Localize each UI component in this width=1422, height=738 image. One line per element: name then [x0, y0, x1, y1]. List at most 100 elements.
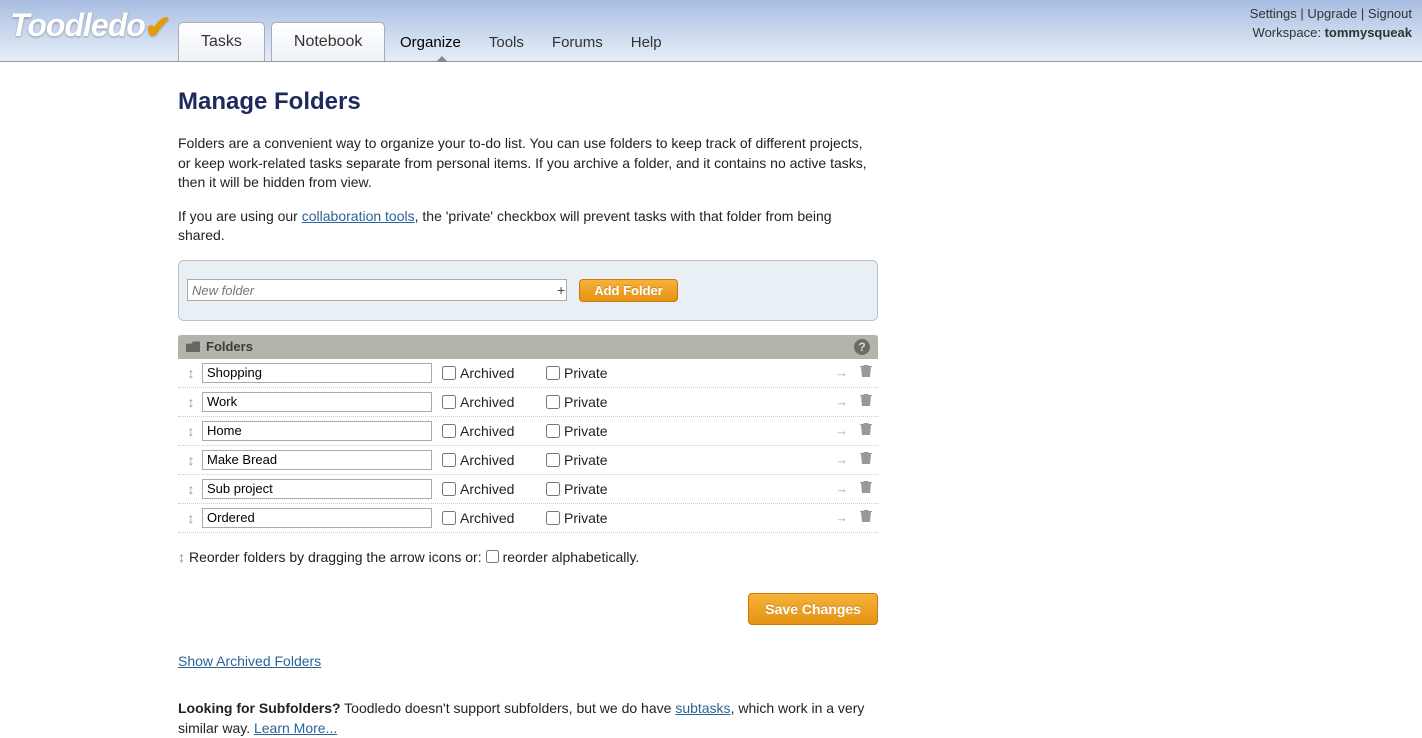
workspace-name: tommysqueak	[1325, 25, 1412, 40]
archived-group: Archived	[442, 481, 546, 497]
reorder-text-1: Reorder folders by dragging the arrow ic…	[189, 549, 482, 565]
logo[interactable]: Toodledo✔	[10, 6, 171, 44]
show-archived-link[interactable]: Show Archived Folders	[178, 653, 321, 669]
private-group: Private	[546, 423, 650, 439]
folder-name-input[interactable]	[202, 479, 432, 499]
private-group: Private	[546, 394, 650, 410]
move-right-icon[interactable]: →	[835, 452, 848, 467]
folder-row: ↕ Archived Private →	[178, 475, 878, 504]
private-checkbox[interactable]	[546, 424, 560, 438]
folder-name-input[interactable]	[202, 392, 432, 412]
archived-label: Archived	[460, 481, 514, 497]
intro-paragraph-1: Folders are a convenient way to organize…	[178, 134, 878, 193]
private-group: Private	[546, 365, 650, 381]
private-group: Private	[546, 452, 650, 468]
upgrade-link[interactable]: Upgrade	[1307, 6, 1357, 21]
archived-label: Archived	[460, 452, 514, 468]
move-right-icon[interactable]: →	[835, 510, 848, 525]
folder-name-input[interactable]	[202, 450, 432, 470]
learn-more-link[interactable]: Learn More...	[254, 720, 337, 736]
archived-checkbox[interactable]	[442, 424, 456, 438]
private-checkbox[interactable]	[546, 511, 560, 525]
nav-forums[interactable]: Forums	[552, 34, 603, 51]
subtasks-link[interactable]: subtasks	[675, 700, 730, 716]
workspace-label: Workspace:	[1253, 25, 1321, 40]
private-group: Private	[546, 481, 650, 497]
reorder-note: ↕ Reorder folders by dragging the arrow …	[178, 549, 878, 565]
trash-icon[interactable]	[860, 451, 872, 468]
drag-handle-icon[interactable]: ↕	[184, 481, 198, 497]
move-right-icon[interactable]: →	[835, 481, 848, 496]
nav-help[interactable]: Help	[631, 34, 662, 51]
trash-icon[interactable]	[860, 509, 872, 526]
private-checkbox[interactable]	[546, 482, 560, 496]
top-bar: Toodledo✔ Settings | Upgrade | Signout W…	[0, 0, 1422, 62]
archived-checkbox[interactable]	[442, 511, 456, 525]
collaboration-tools-link[interactable]: collaboration tools	[302, 208, 415, 224]
help-icon[interactable]: ?	[854, 339, 870, 355]
folder-name-input[interactable]	[202, 508, 432, 528]
folder-icon	[186, 341, 200, 352]
archived-group: Archived	[442, 365, 546, 381]
archived-checkbox[interactable]	[442, 395, 456, 409]
save-bar: Save Changes	[178, 593, 878, 625]
active-nav-pointer-icon	[436, 56, 448, 62]
page-title: Manage Folders	[178, 88, 878, 116]
save-changes-button[interactable]: Save Changes	[748, 593, 878, 625]
add-folder-box: + Add Folder	[178, 260, 878, 321]
tab-notebook[interactable]: Notebook	[271, 22, 386, 61]
folder-name-input[interactable]	[202, 363, 432, 383]
tab-tasks[interactable]: Tasks	[178, 22, 265, 61]
folder-row: ↕ Archived Private →	[178, 446, 878, 475]
folder-list: ↕ArchivedPrivate→↕ArchivedPrivate→↕Archi…	[178, 359, 878, 533]
trash-icon[interactable]	[860, 480, 872, 497]
folder-row: ↕ Archived Private →	[178, 359, 878, 388]
add-folder-button[interactable]: Add Folder	[579, 279, 678, 302]
private-group: Private	[546, 510, 650, 526]
drag-handle-icon[interactable]: ↕	[184, 452, 198, 468]
settings-link[interactable]: Settings	[1250, 6, 1297, 21]
reorder-alpha-checkbox[interactable]	[486, 550, 499, 563]
drag-handle-icon[interactable]: ↕	[184, 510, 198, 526]
row-actions: →	[835, 393, 872, 410]
subfolders-note: Looking for Subfolders? Toodledo doesn't…	[178, 699, 878, 738]
row-actions: →	[835, 364, 872, 381]
private-label: Private	[564, 510, 608, 526]
nav-organize[interactable]: Organize	[400, 34, 461, 51]
drag-handle-icon[interactable]: ↕	[184, 365, 198, 381]
archived-checkbox[interactable]	[442, 453, 456, 467]
row-actions: →	[835, 509, 872, 526]
new-folder-input[interactable]	[187, 279, 567, 301]
private-checkbox[interactable]	[546, 366, 560, 380]
private-checkbox[interactable]	[546, 395, 560, 409]
move-right-icon[interactable]: →	[835, 394, 848, 409]
private-label: Private	[564, 481, 608, 497]
archived-checkbox[interactable]	[442, 366, 456, 380]
move-right-icon[interactable]: →	[835, 365, 848, 380]
trash-icon[interactable]	[860, 364, 872, 381]
logo-text: Toodledo	[10, 7, 145, 43]
row-actions: →	[835, 451, 872, 468]
nav-tabs: Tasks Notebook	[178, 22, 391, 61]
private-label: Private	[564, 365, 608, 381]
signout-link[interactable]: Signout	[1368, 6, 1412, 21]
drag-icon: ↕	[178, 549, 185, 565]
section-title: Folders	[206, 339, 253, 354]
trash-icon[interactable]	[860, 393, 872, 410]
nav-tools[interactable]: Tools	[489, 34, 524, 51]
archived-label: Archived	[460, 394, 514, 410]
move-right-icon[interactable]: →	[835, 423, 848, 438]
archived-checkbox[interactable]	[442, 482, 456, 496]
folder-name-input[interactable]	[202, 421, 432, 441]
private-checkbox[interactable]	[546, 453, 560, 467]
drag-handle-icon[interactable]: ↕	[184, 423, 198, 439]
private-label: Private	[564, 452, 608, 468]
archived-group: Archived	[442, 510, 546, 526]
nav-links: Organize Tools Forums Help	[400, 34, 662, 51]
folder-row: ↕ Archived Private →	[178, 388, 878, 417]
drag-handle-icon[interactable]: ↕	[184, 394, 198, 410]
main-content: Manage Folders Folders are a convenient …	[178, 62, 878, 738]
subfolders-lead: Looking for Subfolders?	[178, 700, 341, 716]
folder-row: ↕ArchivedPrivate→	[178, 417, 878, 446]
trash-icon[interactable]	[860, 422, 872, 439]
